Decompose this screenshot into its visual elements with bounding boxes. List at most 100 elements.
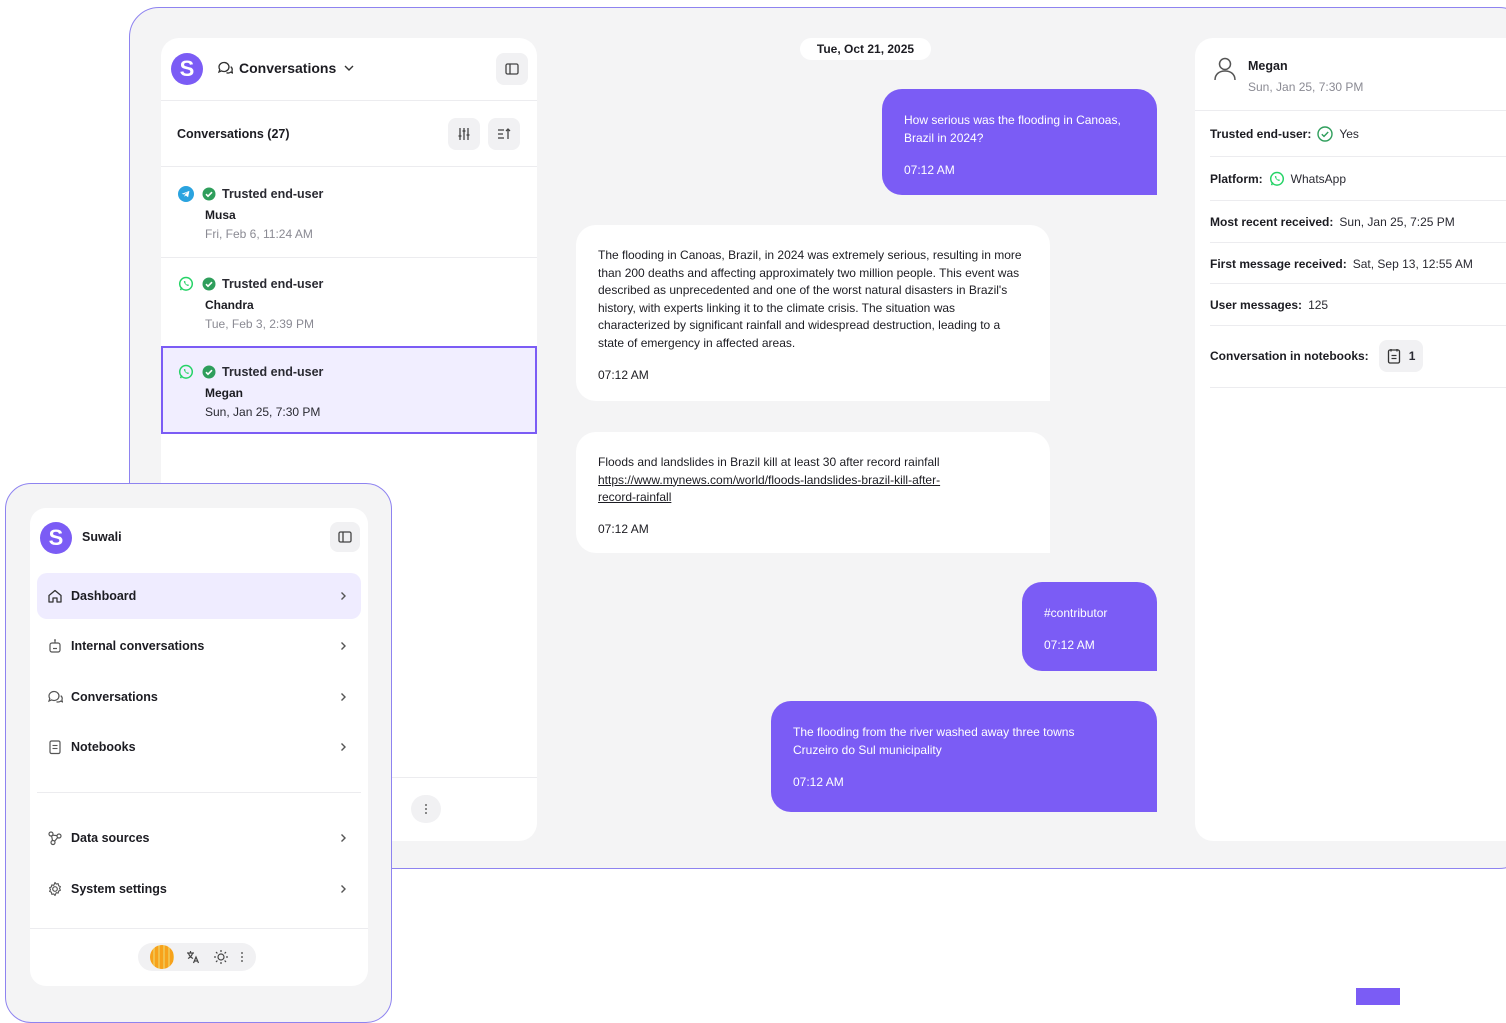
divider bbox=[1210, 156, 1506, 157]
conversation-badge-line: Trusted end-user bbox=[178, 364, 323, 380]
conversation-item-musa[interactable]: Trusted end-user Musa Fri, Feb 6, 11:24 … bbox=[161, 168, 537, 256]
trusted-badge-label: Trusted end-user bbox=[222, 277, 323, 291]
message-text: How serious was the flooding in Canoas, … bbox=[904, 113, 1121, 145]
app-logo-letter: S bbox=[49, 525, 64, 551]
user-details-panel: Megan Sun, Jan 25, 7:30 PM Trusted end-u… bbox=[1195, 38, 1506, 841]
nav-item-system-settings[interactable]: System settings bbox=[37, 866, 361, 912]
message-time: 07:12 AM bbox=[1044, 636, 1135, 654]
whatsapp-icon bbox=[1269, 171, 1285, 187]
first-received-label: First message received: bbox=[1210, 257, 1347, 271]
user-messages-value: 125 bbox=[1308, 298, 1328, 312]
sort-icon bbox=[496, 126, 512, 142]
conversation-name: Chandra bbox=[205, 298, 254, 312]
chevron-right-icon bbox=[337, 832, 349, 844]
user-icon bbox=[1212, 55, 1238, 81]
divider bbox=[1195, 110, 1506, 111]
message-time: 07:12 AM bbox=[793, 773, 1135, 791]
user-last-seen: Sun, Jan 25, 7:30 PM bbox=[1248, 80, 1363, 94]
app-logo[interactable]: S bbox=[40, 522, 72, 554]
trusted-label: Trusted end-user: bbox=[1210, 127, 1311, 141]
message-text: The flooding in Canoas, Brazil, in 2024 … bbox=[598, 248, 1022, 350]
trusted-badge: Trusted end-user bbox=[202, 277, 323, 291]
user-messages-label: User messages: bbox=[1210, 298, 1302, 312]
chevron-right-icon bbox=[337, 741, 349, 753]
sun-icon[interactable] bbox=[213, 949, 229, 965]
platform-label: Platform: bbox=[1210, 172, 1263, 186]
collapse-panel-button[interactable] bbox=[496, 53, 528, 85]
view-switcher[interactable]: Conversations bbox=[217, 60, 356, 76]
nav-item-notebooks[interactable]: Notebooks bbox=[37, 724, 361, 770]
conversation-badge-line: Trusted end-user bbox=[178, 186, 323, 202]
message-bubble-incoming: The flooding in Canoas, Brazil, in 2024 … bbox=[576, 225, 1050, 401]
app-logo[interactable]: S bbox=[171, 53, 203, 85]
check-circle-icon bbox=[1317, 126, 1333, 142]
nav-item-label: Data sources bbox=[71, 831, 337, 845]
nav-item-label: Internal conversations bbox=[71, 639, 337, 653]
divider bbox=[161, 166, 537, 167]
verified-icon bbox=[202, 187, 216, 201]
workspace-name: Suwali bbox=[82, 530, 122, 544]
nav-item-label: System settings bbox=[71, 882, 337, 896]
chevron-right-icon bbox=[337, 883, 349, 895]
nav-item-conversations[interactable]: Conversations bbox=[37, 674, 361, 720]
message-text: The flooding from the river washed away … bbox=[793, 723, 1103, 759]
platform-value: WhatsApp bbox=[1291, 172, 1346, 186]
conversation-item-megan[interactable]: Trusted end-user Megan Sun, Jan 25, 7:30… bbox=[161, 346, 537, 434]
notebooks-count: 1 bbox=[1409, 349, 1416, 363]
nav-item-dashboard[interactable]: Dashboard bbox=[37, 573, 361, 619]
message-time: 07:12 AM bbox=[598, 367, 1028, 385]
notebooks-row: Conversation in notebooks: 1 bbox=[1210, 340, 1506, 372]
notebook-icon bbox=[1387, 348, 1401, 364]
chevron-right-icon bbox=[337, 640, 349, 652]
nav-item-internal-conversations[interactable]: Internal conversations bbox=[37, 623, 361, 669]
message-bubble-outgoing: The flooding from the river washed away … bbox=[771, 701, 1157, 812]
decorative-accent-block bbox=[1356, 988, 1400, 1005]
nav-item-label: Conversations bbox=[71, 690, 337, 704]
conversation-time: Sun, Jan 25, 7:30 PM bbox=[205, 405, 320, 419]
avatar[interactable] bbox=[150, 945, 174, 969]
telegram-icon bbox=[178, 186, 194, 202]
conversation-name: Musa bbox=[205, 208, 236, 222]
app-logo-letter: S bbox=[180, 56, 195, 82]
message-link[interactable]: https://www.mynews.com/world/floods-land… bbox=[598, 472, 978, 507]
more-vertical-icon[interactable] bbox=[240, 951, 244, 963]
home-icon bbox=[47, 588, 63, 604]
divider bbox=[1210, 200, 1506, 201]
view-title: Conversations bbox=[239, 60, 336, 76]
chevron-right-icon bbox=[337, 691, 349, 703]
conversation-name: Megan bbox=[205, 386, 243, 400]
trusted-badge-label: Trusted end-user bbox=[222, 187, 323, 201]
sort-button[interactable] bbox=[488, 118, 520, 150]
divider bbox=[1210, 387, 1506, 388]
sidebar-toggle-icon bbox=[337, 529, 353, 545]
nav-item-label: Dashboard bbox=[71, 589, 337, 603]
trusted-badge-label: Trusted end-user bbox=[222, 365, 323, 379]
recent-received-row: Most recent received: Sun, Jan 25, 7:25 … bbox=[1210, 215, 1506, 229]
sidebar-window: S Suwali Dashboard Internal conversation… bbox=[5, 483, 392, 1023]
recent-received-value: Sun, Jan 25, 7:25 PM bbox=[1339, 215, 1454, 229]
conversation-time: Fri, Feb 6, 11:24 AM bbox=[205, 227, 313, 241]
more-vertical-icon bbox=[424, 803, 428, 815]
conversation-badge-line: Trusted end-user bbox=[178, 276, 323, 292]
chevron-right-icon bbox=[337, 590, 349, 602]
filter-sliders-icon bbox=[456, 126, 472, 142]
more-options-button[interactable] bbox=[411, 795, 441, 823]
nav-item-data-sources[interactable]: Data sources bbox=[37, 815, 361, 861]
translate-icon[interactable] bbox=[185, 949, 201, 965]
collapse-sidebar-button[interactable] bbox=[330, 522, 360, 552]
notebooks-count-button[interactable]: 1 bbox=[1379, 340, 1424, 372]
first-received-row: First message received: Sat, Sep 13, 12:… bbox=[1210, 257, 1506, 271]
chevron-down-icon bbox=[342, 61, 356, 75]
first-received-value: Sat, Sep 13, 12:55 AM bbox=[1353, 257, 1473, 271]
platform-row: Platform: WhatsApp bbox=[1210, 171, 1506, 187]
filter-button[interactable] bbox=[448, 118, 480, 150]
nav-item-label: Notebooks bbox=[71, 740, 337, 754]
verified-icon bbox=[202, 277, 216, 291]
divider bbox=[1210, 242, 1506, 243]
user-messages-row: User messages: 125 bbox=[1210, 298, 1506, 312]
conversation-item-chandra[interactable]: Trusted end-user Chandra Tue, Feb 3, 2:3… bbox=[161, 258, 537, 346]
data-sources-icon bbox=[47, 830, 63, 846]
message-bubble-outgoing: #contributor 07:12 AM bbox=[1022, 582, 1157, 671]
sidebar-footer-toolbar bbox=[138, 943, 256, 971]
verified-icon bbox=[202, 365, 216, 379]
